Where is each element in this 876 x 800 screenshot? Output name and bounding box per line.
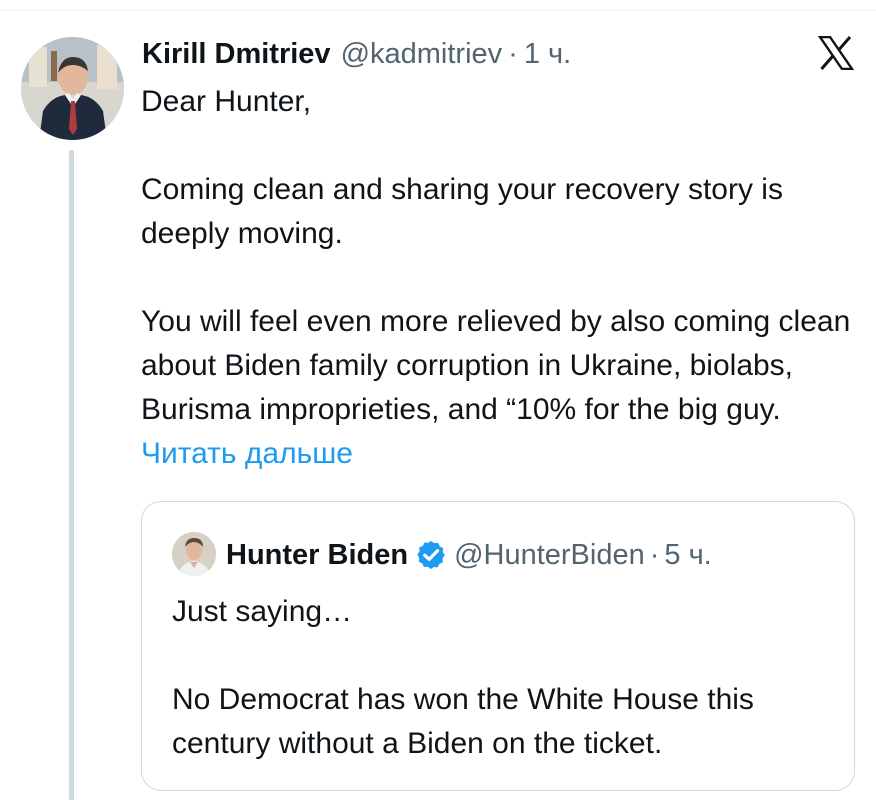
verified-badge-icon[interactable] [416,540,446,570]
quoted-author-handle[interactable]: @HunterBiden [454,539,645,572]
read-more-link[interactable]: Читать дальше [141,437,353,470]
quoted-author-name[interactable]: Hunter Biden [226,539,408,572]
x-logo-icon[interactable] [818,36,854,70]
tweet-paragraph: You will feel even more relieved by also… [141,300,863,476]
author-avatar[interactable] [21,37,124,140]
tweet-header: Kirill Dmitriev @kadmitriev · 1 ч. [142,32,571,76]
tweet-paragraph: Dear Hunter, [141,85,312,118]
author-handle[interactable]: @kadmitriev [341,38,503,71]
quoted-tweet-card[interactable]: Hunter Biden @HunterBiden · 5 ч. Just sa… [141,501,855,791]
thread-connector-line [69,150,74,800]
avatar-photo-icon [21,37,124,140]
quoted-tweet-header: Hunter Biden @HunterBiden · 5 ч. [226,532,712,578]
quoted-avatar-photo-icon [172,532,216,576]
quoted-tweet-time[interactable]: 5 ч. [664,539,711,572]
tweet-text: Dear Hunter, Coming clean and sharing yo… [141,80,863,476]
header-separator: · [508,37,518,70]
quoted-author-avatar[interactable] [172,532,216,576]
author-name[interactable]: Kirill Dmitriev [142,38,331,71]
quoted-tweet-paragraph: No Democrat has won the White House this… [172,683,754,760]
quoted-tweet-text: Just saying… No Democrat has won the Whi… [172,590,832,766]
tweet-paragraph: Coming clean and sharing your recovery s… [141,173,783,250]
tweet-page: Kirill Dmitriev @kadmitriev · 1 ч. Dear … [0,0,876,800]
tweet-time[interactable]: 1 ч. [524,38,571,71]
quoted-header-separator: · [649,538,660,571]
tweet-paragraph-text: You will feel even more relieved by also… [141,305,851,426]
top-divider [0,10,876,11]
quoted-tweet-paragraph: Just saying… [172,595,353,628]
